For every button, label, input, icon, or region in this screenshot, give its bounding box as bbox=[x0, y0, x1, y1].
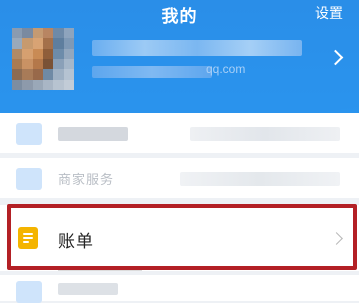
page-title: 我的 bbox=[161, 7, 198, 26]
divider bbox=[58, 270, 142, 271]
blurred-label bbox=[180, 172, 340, 186]
avatar[interactable] bbox=[12, 28, 74, 90]
highlight-annotation bbox=[7, 204, 357, 270]
merchant-service-label: 商家服务 bbox=[58, 172, 115, 187]
menu-icon bbox=[16, 123, 42, 145]
list-item[interactable]: 商家服务 bbox=[0, 158, 359, 198]
menu-icon bbox=[16, 281, 42, 303]
chevron-right-icon[interactable] bbox=[327, 49, 344, 66]
blurred-label bbox=[58, 283, 118, 295]
blurred-label bbox=[190, 127, 340, 141]
list-item[interactable] bbox=[0, 113, 359, 153]
list-item[interactable] bbox=[0, 275, 359, 303]
username-blurred bbox=[92, 40, 302, 56]
account-info-blurred bbox=[92, 66, 212, 78]
email-domain: qq.com bbox=[206, 62, 246, 76]
blurred-label bbox=[58, 127, 128, 141]
settings-button[interactable]: 设置 bbox=[315, 3, 343, 23]
menu-icon bbox=[16, 168, 42, 190]
